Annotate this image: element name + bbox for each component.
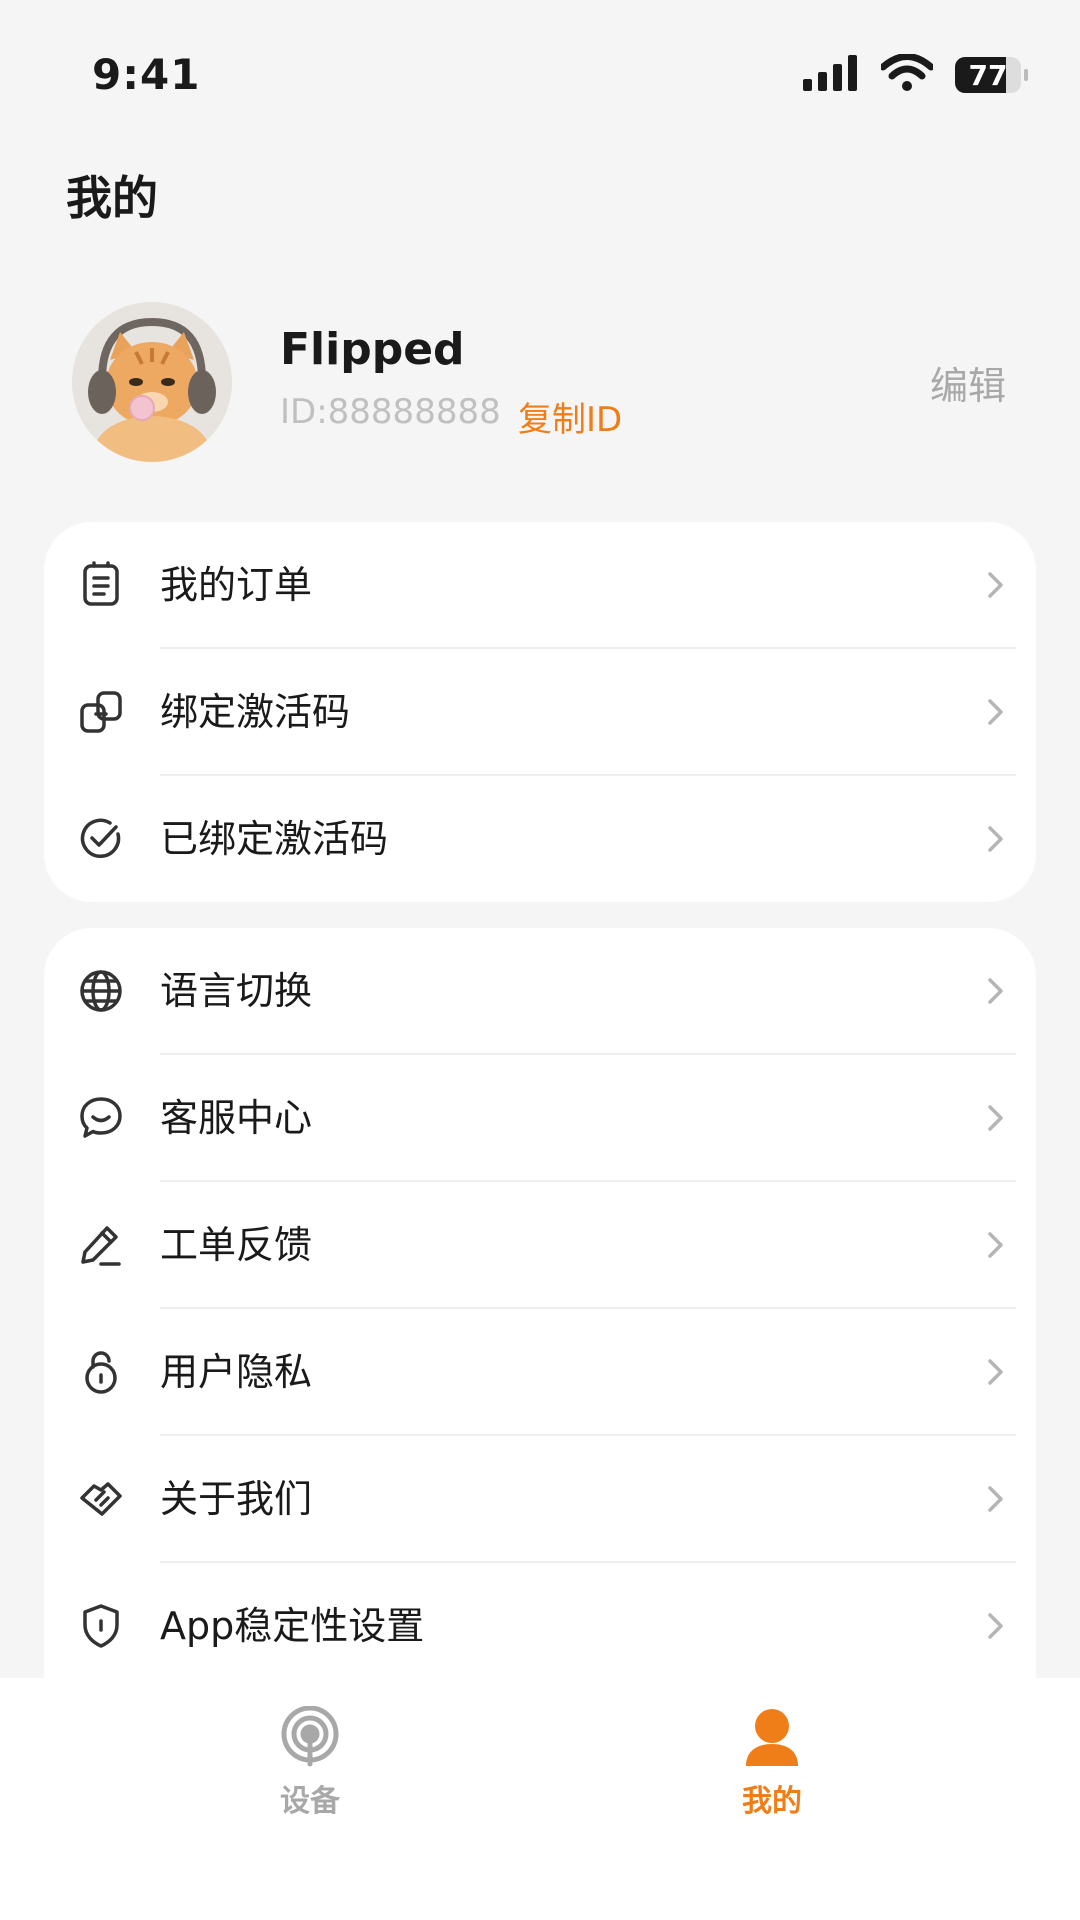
- pencil-icon: [76, 1220, 126, 1270]
- menu-item-label: 已绑定激活码: [160, 817, 389, 861]
- globe-icon: [76, 966, 126, 1016]
- page-title: 我的: [66, 171, 158, 225]
- tab-devices[interactable]: 设备: [230, 1705, 390, 1836]
- menu-item-bind-activation-code[interactable]: 绑定激活码: [44, 649, 1036, 776]
- menu-item-about-us[interactable]: 关于我们: [44, 1436, 1036, 1563]
- chevron-right-icon: [984, 1228, 1008, 1262]
- menu-card-account: 我的订单 绑定激活码 已绑定激活码: [44, 522, 1036, 902]
- status-icons: 77: [803, 53, 1028, 96]
- menu-item-ticket-feedback[interactable]: 工单反馈: [44, 1182, 1036, 1309]
- chevron-right-icon: [984, 1482, 1008, 1516]
- shield-icon: [76, 1601, 126, 1651]
- menu-item-bound-activation-codes[interactable]: 已绑定激活码: [44, 776, 1036, 902]
- menu-item-label: App稳定性设置: [160, 1604, 425, 1648]
- link-code-icon: [76, 687, 126, 737]
- edit-profile-button[interactable]: 编辑: [930, 355, 1006, 410]
- avatar[interactable]: [72, 302, 232, 462]
- tab-label: 我的: [742, 1784, 802, 1819]
- device-signal-icon: [278, 1705, 342, 1770]
- copy-id-button[interactable]: 复制ID: [518, 392, 622, 441]
- profile-name: Flipped: [280, 324, 465, 375]
- menu-card-settings: 语言切换 客服中心 工单反馈 用户隐私 关于我们 App稳定性设置: [44, 928, 1036, 1688]
- chevron-right-icon: [984, 1101, 1008, 1135]
- cellular-signal-icon: [803, 55, 859, 95]
- menu-item-user-privacy[interactable]: 用户隐私: [44, 1309, 1036, 1436]
- chevron-right-icon: [984, 822, 1008, 856]
- menu-item-label: 我的订单: [160, 563, 313, 607]
- status-time: 9:41: [92, 50, 201, 99]
- chevron-right-icon: [984, 695, 1008, 729]
- handshake-icon: [76, 1474, 126, 1524]
- menu-item-label: 客服中心: [160, 1096, 313, 1140]
- menu-item-customer-service[interactable]: 客服中心: [44, 1055, 1036, 1182]
- tab-label: 设备: [280, 1784, 340, 1819]
- person-icon: [740, 1706, 804, 1770]
- status-bar: 9:41 77: [0, 0, 1080, 150]
- chevron-right-icon: [984, 974, 1008, 1008]
- menu-item-label: 语言切换: [160, 969, 313, 1013]
- battery-level: 77: [968, 58, 1008, 92]
- chevron-right-icon: [984, 568, 1008, 602]
- chevron-right-icon: [984, 1355, 1008, 1389]
- profile-section: Flipped ID:88888888 复制ID 编辑: [0, 300, 1080, 465]
- menu-item-label: 绑定激活码: [160, 690, 351, 734]
- wifi-icon: [879, 53, 935, 96]
- menu-item-label: 用户隐私: [160, 1350, 313, 1394]
- menu-item-app-stability[interactable]: App稳定性设置: [44, 1563, 1036, 1688]
- battery-indicator: 77: [955, 57, 1028, 93]
- bottom-tab-bar: 设备 我的: [0, 1678, 1080, 1920]
- tab-mine[interactable]: 我的: [692, 1706, 852, 1836]
- order-list-icon: [76, 560, 126, 610]
- chevron-right-icon: [984, 1609, 1008, 1643]
- battery-icon: 77: [955, 57, 1021, 93]
- profile-id: ID:88888888: [280, 392, 501, 432]
- lock-icon: [76, 1347, 126, 1397]
- menu-item-my-orders[interactable]: 我的订单: [44, 522, 1036, 649]
- chat-smile-icon: [76, 1093, 126, 1143]
- menu-item-label: 关于我们: [160, 1477, 313, 1521]
- menu-item-language[interactable]: 语言切换: [44, 928, 1036, 1055]
- battery-nub: [1024, 69, 1028, 81]
- profile-page: 9:41 77 我的 Flipped ID:88888888 复制ID 编辑 我…: [0, 0, 1080, 1920]
- check-circle-icon: [76, 814, 126, 864]
- menu-item-label: 工单反馈: [160, 1223, 313, 1267]
